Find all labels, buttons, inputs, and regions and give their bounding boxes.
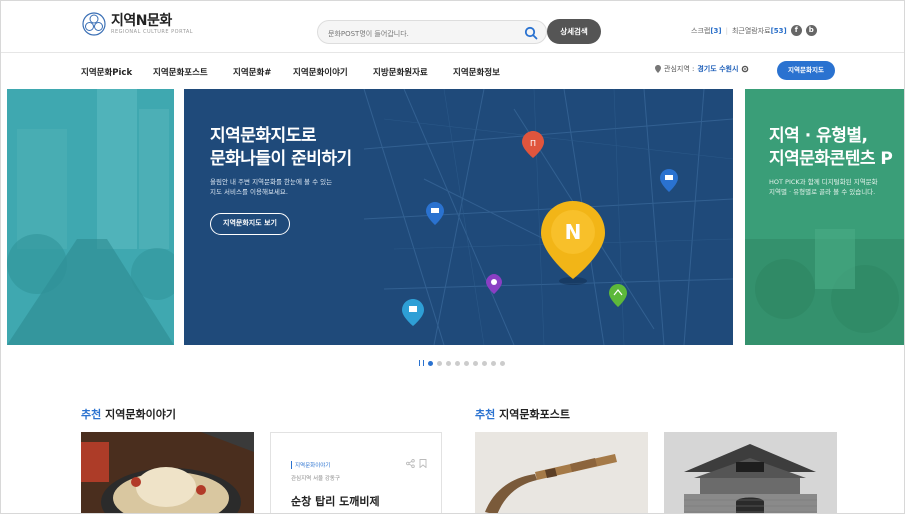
nav-item-post[interactable]: 지역문화포스트 <box>153 66 208 78</box>
facebook-icon[interactable]: f <box>790 25 802 36</box>
interest-region-value: 경기도 수원시 <box>697 65 739 73</box>
interest-region: 관심지역 : 경기도 수원시 <box>655 64 749 74</box>
story-card[interactable]: 지역문화이야기 관심지역 서울 강동구 순창 탑리 도깨비제 <box>270 432 442 513</box>
carousel-main-slide[interactable]: 지역문화지도로 문화나들이 준비하기 올림안 내 주변 지역문화를 한눈에 볼 … <box>184 89 733 345</box>
fortress-gate-photo-image <box>664 432 837 513</box>
next-slide-title: 지역 · 유형별, 지역문화콘텐츠 P <box>769 125 893 171</box>
recent-count: [53] <box>770 26 787 35</box>
post-section-label: 지역문화포스트 <box>499 408 570 421</box>
bookmark-icon[interactable] <box>419 459 427 468</box>
post-card-image-1[interactable] <box>475 432 648 513</box>
view-culture-map-button[interactable]: 지역문화지도 보기 <box>210 213 290 235</box>
main-slide-desc-line2: 지도 서비스를 이용해보세요. <box>210 188 288 196</box>
search-bar <box>317 20 547 45</box>
scrap-link[interactable]: 스크랩[3] <box>691 26 722 36</box>
next-slide-title-line1: 지역 · 유형별, <box>769 126 868 146</box>
recent-label: 최근열람자료 <box>731 26 771 35</box>
carousel-dot[interactable] <box>491 360 496 366</box>
next-slide-description: HOT PICK과 함께 디지털화된 지역문화 지역별 · 유형별로 골라 볼 … <box>769 177 878 197</box>
story-card-category: 지역문화이야기 <box>291 461 330 469</box>
next-slide-title-line2: 지역문화콘텐츠 P <box>769 149 893 169</box>
share-icon[interactable] <box>406 459 415 468</box>
nav-item-story[interactable]: 지역문화이야기 <box>293 66 348 78</box>
logo-title: 지역N문화 <box>111 12 172 29</box>
main-nav: 지역문화Pick 지역문화포스트 지역문화# 지역문화이야기 지방문화원자료 지… <box>1 54 904 87</box>
settings-icon[interactable] <box>741 65 749 73</box>
main-slide-description: 올림안 내 주변 지역문화를 한눈에 볼 수 있는 지도 서비스를 이용해보세요… <box>210 177 332 197</box>
carousel-dot[interactable] <box>428 360 433 366</box>
carousel-dot[interactable] <box>473 360 478 366</box>
story-section-highlight: 추천 <box>81 408 102 421</box>
tool-artifact-image <box>475 432 648 513</box>
carousel-dot[interactable] <box>500 360 505 366</box>
carousel-pagination <box>419 360 505 366</box>
page-frame: 지역N문화 REGIONAL CULTURE PORTAL 상세검색 스크랩[3… <box>0 0 905 514</box>
city-street-image <box>7 89 174 345</box>
pause-icon[interactable] <box>419 360 424 366</box>
story-card-actions <box>406 459 427 468</box>
carousel-dot[interactable] <box>455 360 460 366</box>
search-icon[interactable] <box>524 25 538 40</box>
nav-item-archive[interactable]: 지방문화원자료 <box>373 66 428 78</box>
post-card-image-2[interactable] <box>664 432 837 513</box>
nav-item-info[interactable]: 지역문화정보 <box>453 66 500 78</box>
story-section-label: 지역문화이야기 <box>105 408 176 421</box>
carousel-dot[interactable] <box>437 360 442 366</box>
post-section-highlight: 추천 <box>475 408 496 421</box>
carousel-dot[interactable] <box>464 360 469 366</box>
story-card-title: 순창 탑리 도깨비제 <box>291 495 380 508</box>
main-slide-title-line1: 지역문화지도로 <box>210 126 316 146</box>
scrap-count: [3] <box>710 26 722 35</box>
location-pin-icon <box>655 65 661 73</box>
advanced-search-button[interactable]: 상세검색 <box>547 19 601 44</box>
carousel-dot[interactable] <box>446 360 451 366</box>
culture-map-button[interactable]: 지역문화지도 <box>777 61 835 80</box>
nav-item-pick[interactable]: 지역문화Pick <box>81 66 132 78</box>
story-card-image[interactable] <box>81 432 254 513</box>
nav-item-hashtag[interactable]: 지역문화# <box>233 66 271 78</box>
main-slide-title-line2: 문화나들이 준비하기 <box>210 149 352 169</box>
next-slide-desc-line1: HOT PICK과 함께 디지털화된 지역문화 <box>769 178 878 186</box>
logo-subtitle: REGIONAL CULTURE PORTAL <box>111 28 194 35</box>
site-logo[interactable]: 지역N문화 REGIONAL CULTURE PORTAL <box>81 11 193 37</box>
scrap-label: 스크랩 <box>691 26 711 35</box>
carousel-prev-slide[interactable] <box>7 89 174 345</box>
recent-link[interactable]: 최근열람자료[53] <box>732 26 787 36</box>
logo-mark-icon <box>81 11 107 37</box>
post-section-title: 추천 지역문화포스트 <box>475 406 570 422</box>
blog-icon[interactable]: b <box>805 25 817 36</box>
next-slide-desc-line2: 지역별 · 유형별로 골라 볼 수 있습니다. <box>769 188 876 196</box>
main-slide-desc-line1: 올림안 내 주변 지역문화를 한눈에 볼 수 있는 <box>210 178 333 186</box>
food-photo-image <box>81 432 254 513</box>
carousel-dot[interactable] <box>482 360 487 366</box>
story-card-location: 관심지역 서울 강동구 <box>291 476 341 482</box>
main-slide-title: 지역문화지도로 문화나들이 준비하기 <box>210 125 352 171</box>
carousel-next-slide[interactable]: 지역 · 유형별, 지역문화콘텐츠 P HOT PICK과 함께 디지털화된 지… <box>745 89 904 345</box>
story-section-title: 추천 지역문화이야기 <box>81 406 176 422</box>
util-divider: | <box>725 26 728 35</box>
interest-label: 관심지역 : <box>664 65 695 73</box>
site-header: 지역N문화 REGIONAL CULTURE PORTAL 상세검색 스크랩[3… <box>1 1 904 53</box>
utility-links: 스크랩[3] | 최근열람자료[53] f b <box>691 25 817 36</box>
search-input[interactable] <box>318 23 508 45</box>
